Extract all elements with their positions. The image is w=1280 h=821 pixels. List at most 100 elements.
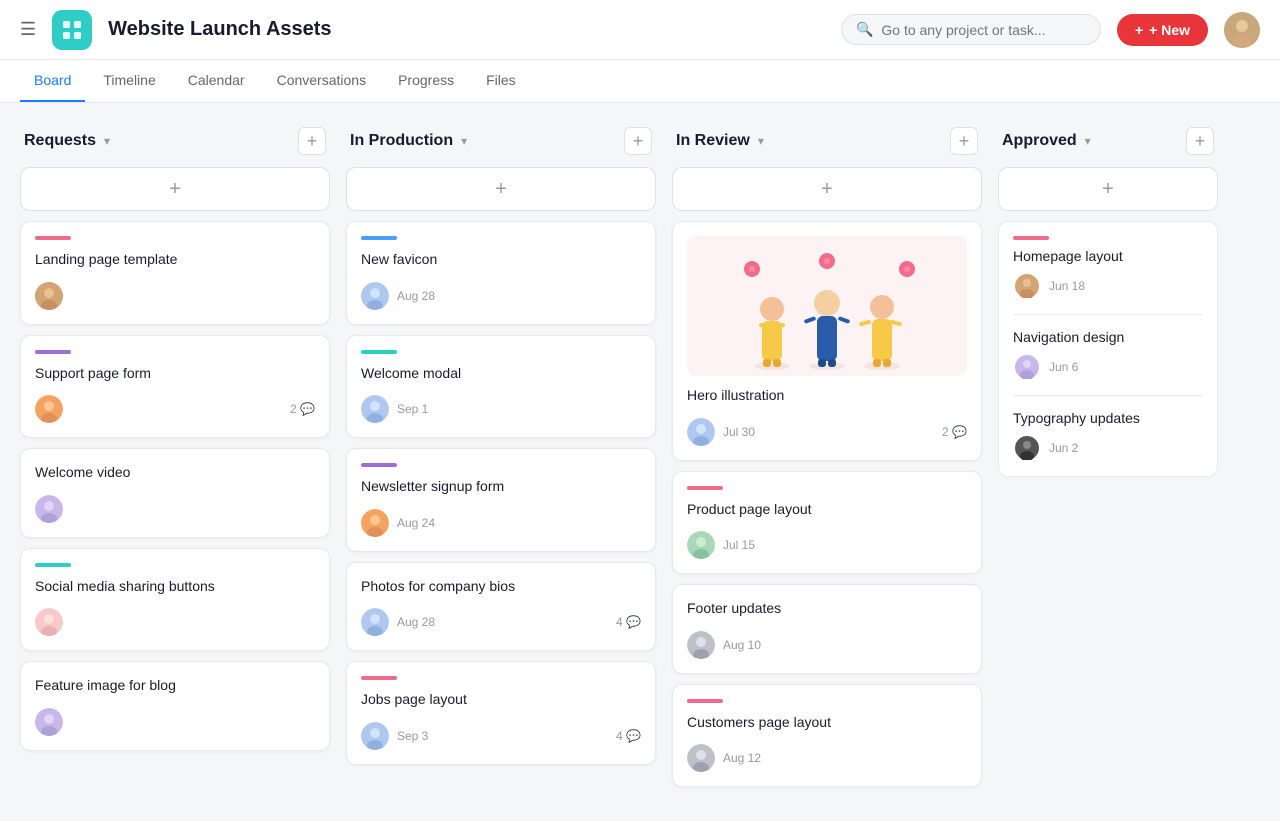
chevron-down-icon: ▾ (104, 134, 110, 148)
tab-timeline[interactable]: Timeline (89, 60, 169, 102)
card-support-page-form[interactable]: Support page form 2 💬 (20, 335, 330, 439)
card-typography-updates[interactable]: Typography updates Jun 2 (1013, 396, 1203, 476)
card-tag (1013, 236, 1049, 240)
card-date: Jun 2 (1049, 441, 1078, 455)
comment-count: 4 💬 (616, 615, 641, 629)
avatar (1013, 272, 1041, 300)
card-footer: Aug 28 4 💬 (361, 608, 641, 636)
card-newsletter-signup-form[interactable]: Newsletter signup form Aug 24 (346, 448, 656, 552)
card-date: Aug 28 (397, 615, 435, 629)
avatar (35, 282, 63, 310)
card-footer (35, 495, 315, 523)
card-title: Feature image for blog (35, 676, 315, 696)
chevron-down-icon: ▾ (461, 134, 467, 148)
avatar (361, 395, 389, 423)
card-social-media-sharing-buttons[interactable]: Social media sharing buttons (20, 548, 330, 652)
column-title-in-review: In Review (676, 132, 750, 150)
card-date: Aug 10 (723, 638, 761, 652)
chevron-down-icon: ▾ (758, 134, 764, 148)
column-requests: Requests ▾ + + Landing page template Sup… (20, 127, 330, 761)
card-footer: Aug 28 (361, 282, 641, 310)
card-footer: Aug 10 (687, 631, 967, 659)
card-footer: Sep 3 4 💬 (361, 722, 641, 750)
card-tag (35, 350, 71, 354)
card-footer: Jun 6 (1013, 353, 1203, 381)
card-footer: 2 💬 (35, 395, 315, 423)
card-title: Product page layout (687, 500, 967, 520)
add-card-row-requests[interactable]: + (20, 167, 330, 211)
card-new-favicon[interactable]: New favicon Aug 28 (346, 221, 656, 325)
user-avatar[interactable] (1224, 12, 1260, 48)
add-card-row-approved[interactable]: + (998, 167, 1218, 211)
card-title: Customers page layout (687, 713, 967, 733)
card-homepage-layout[interactable]: Homepage layout Jun 18 (1013, 222, 1203, 315)
card-welcome-modal[interactable]: Welcome modal Sep 1 (346, 335, 656, 439)
column-header-approved: Approved ▾ + (998, 127, 1218, 155)
new-button[interactable]: + + New (1117, 14, 1208, 46)
card-title: Landing page template (35, 250, 315, 270)
avatar (687, 744, 715, 772)
card-title: Hero illustration (687, 386, 967, 406)
avatar (361, 282, 389, 310)
card-tag (687, 699, 723, 703)
add-card-button-requests[interactable]: + (298, 127, 326, 155)
add-card-row-in-review[interactable]: + (672, 167, 982, 211)
card-footer-updates[interactable]: Footer updates Aug 10 (672, 584, 982, 674)
card-customers-page-layout[interactable]: Customers page layout Aug 12 (672, 684, 982, 788)
card-jobs-page-layout[interactable]: Jobs page layout Sep 3 4 💬 (346, 661, 656, 765)
header: ☰ Website Launch Assets 🔍 + + New (0, 0, 1280, 60)
avatar (35, 708, 63, 736)
column-header-in-review: In Review ▾ + (672, 127, 982, 155)
column-title-approved: Approved (1002, 132, 1077, 150)
tab-progress[interactable]: Progress (384, 60, 468, 102)
card-footer: Jul 15 (687, 531, 967, 559)
card-title: Photos for company bios (361, 577, 641, 597)
column-approved: Approved ▾ + + Homepage layout Jun 18 Na… (998, 127, 1218, 477)
search-input[interactable] (881, 22, 1086, 38)
avatar (35, 495, 63, 523)
card-date: Jul 30 (723, 425, 755, 439)
menu-icon[interactable]: ☰ (20, 19, 36, 40)
board: Requests ▾ + + Landing page template Sup… (0, 103, 1280, 821)
card-feature-image-for-blog[interactable]: Feature image for blog (20, 661, 330, 751)
avatar (1013, 353, 1041, 381)
add-card-row-in-production[interactable]: + (346, 167, 656, 211)
add-card-button-in-production[interactable]: + (624, 127, 652, 155)
add-card-button-in-review[interactable]: + (950, 127, 978, 155)
search-bar[interactable]: 🔍 (841, 14, 1101, 45)
card-title: Welcome video (35, 463, 315, 483)
card-footer: Aug 24 (361, 509, 641, 537)
app-logo[interactable] (52, 10, 92, 50)
card-footer: Sep 1 (361, 395, 641, 423)
comment-count: 2 💬 (942, 425, 967, 439)
column-header-requests: Requests ▾ + (20, 127, 330, 155)
tab-conversations[interactable]: Conversations (263, 60, 381, 102)
avatar (361, 722, 389, 750)
avatar (35, 395, 63, 423)
card-landing-page-template[interactable]: Landing page template (20, 221, 330, 325)
chevron-down-icon: ▾ (1085, 134, 1091, 148)
avatar (687, 631, 715, 659)
card-title: Typography updates (1013, 410, 1203, 426)
tab-files[interactable]: Files (472, 60, 530, 102)
card-welcome-video[interactable]: Welcome video (20, 448, 330, 538)
tab-calendar[interactable]: Calendar (174, 60, 259, 102)
card-date: Aug 28 (397, 289, 435, 303)
tab-board[interactable]: Board (20, 60, 85, 102)
avatar (361, 608, 389, 636)
comment-count: 4 💬 (616, 729, 641, 743)
card-product-page-layout[interactable]: Product page layout Jul 15 (672, 471, 982, 575)
card-footer (35, 608, 315, 636)
card-photos-for-company-bios[interactable]: Photos for company bios Aug 28 4 💬 (346, 562, 656, 652)
card-title: Social media sharing buttons (35, 577, 315, 597)
card-title: Homepage layout (1013, 248, 1203, 264)
app-title: Website Launch Assets (108, 18, 825, 41)
card-footer: Aug 12 (687, 744, 967, 772)
card-navigation-design[interactable]: Navigation design Jun 6 (1013, 315, 1203, 396)
card-hero-illustration[interactable]: Hero illustration Jul 30 2 💬 (672, 221, 982, 461)
card-tag (361, 463, 397, 467)
card-date: Jun 18 (1049, 279, 1085, 293)
nav-tabs: Board Timeline Calendar Conversations Pr… (0, 60, 1280, 103)
card-title: Newsletter signup form (361, 477, 641, 497)
add-card-button-approved[interactable]: + (1186, 127, 1214, 155)
